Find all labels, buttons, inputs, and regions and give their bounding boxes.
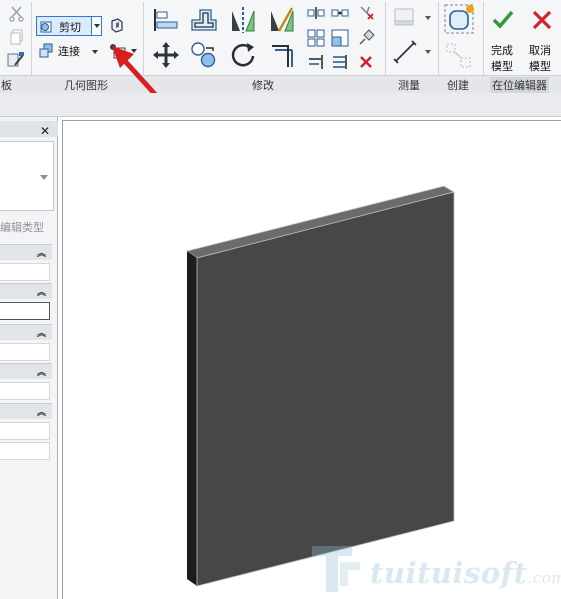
property-group-header[interactable]: ︽ xyxy=(0,324,52,340)
watermark-text: tuituisoft.com xyxy=(370,556,561,590)
create-void-icon xyxy=(446,43,471,68)
panel-label-create: 创建 xyxy=(447,79,469,92)
join-label: 连接 xyxy=(58,45,80,58)
cancel-model-button[interactable]: 取消 模型 xyxy=(526,6,558,73)
cut-dropdown[interactable] xyxy=(91,17,101,35)
collapse-icon[interactable]: ︽ xyxy=(37,326,46,339)
panel-label-modify: 修改 xyxy=(252,79,274,92)
checkmark-icon xyxy=(492,10,514,29)
unpin-icon[interactable] xyxy=(357,4,375,21)
property-group-header[interactable]: ︽ xyxy=(0,403,52,419)
finish-model-button[interactable]: 完成 模型 xyxy=(487,6,519,73)
cancel-label-line2: 模型 xyxy=(529,60,551,73)
collapse-icon[interactable]: ︽ xyxy=(37,246,46,259)
panel-label-measure: 测量 xyxy=(398,79,420,92)
panel-label-clipboard: 板 xyxy=(1,79,12,92)
cut-label: 剪切 xyxy=(59,21,81,34)
watermark-brand: tuituisoft xyxy=(370,556,528,590)
property-row[interactable] xyxy=(0,343,50,361)
array-icon[interactable] xyxy=(307,29,325,47)
delete-icon[interactable] xyxy=(358,54,374,70)
property-row[interactable] xyxy=(0,422,50,440)
property-group-header[interactable]: ︽ xyxy=(0,283,52,299)
watermark-suffix: .com xyxy=(527,569,561,587)
properties-palette: ✕ 编辑类型 ︽ ︽ ︽ ︽ ︽ xyxy=(0,117,58,599)
cut-button[interactable]: 剪切 xyxy=(36,16,102,36)
dimension-dropdown-arrow[interactable] xyxy=(425,50,431,54)
measure-dropdown-arrow[interactable] xyxy=(425,16,431,20)
mirror-draw-axis-icon[interactable] xyxy=(267,5,297,35)
trim-extend-single-icon[interactable] xyxy=(307,53,325,71)
copy-element-icon[interactable] xyxy=(189,40,219,70)
mirror-pick-axis-icon[interactable] xyxy=(228,5,258,35)
watermark-logo xyxy=(312,546,360,592)
trim-extend-corner-icon[interactable] xyxy=(267,40,297,70)
scissors-icon[interactable] xyxy=(8,4,26,22)
property-row[interactable] xyxy=(0,263,50,281)
collapse-icon[interactable]: ︽ xyxy=(37,365,46,378)
panel-label-bar: 板 几何图形 修改 测量 创建 在位编辑器 xyxy=(0,75,561,93)
scale-icon[interactable] xyxy=(331,29,349,47)
property-row[interactable] xyxy=(0,382,50,400)
close-icon[interactable]: ✕ xyxy=(40,124,50,138)
cut-geometry-icon xyxy=(40,21,52,33)
property-group-header[interactable]: ︽ xyxy=(0,363,52,379)
panel-label-in-place-editor: 在位编辑器 xyxy=(490,77,549,93)
rotate-icon[interactable] xyxy=(228,40,258,70)
collapse-icon[interactable]: ︽ xyxy=(37,405,46,418)
trim-extend-multiple-icon[interactable] xyxy=(331,53,349,71)
pin-icon[interactable] xyxy=(357,29,375,47)
join-dropdown-arrow[interactable] xyxy=(92,50,98,54)
cancel-x-icon xyxy=(532,10,552,30)
join-geometry-icon xyxy=(39,43,53,58)
options-bar xyxy=(0,93,561,117)
finish-label-line1: 完成 xyxy=(491,44,513,57)
create-form-icon[interactable] xyxy=(443,3,477,37)
split-element-icon[interactable] xyxy=(307,5,325,21)
align-icon[interactable] xyxy=(150,6,180,34)
copy-icon[interactable] xyxy=(8,28,26,46)
cancel-label-line1: 取消 xyxy=(529,44,551,57)
palette-title-bar: ✕ xyxy=(0,121,58,138)
ribbon: 剪切 连接 完成 模型 取消 模型 板 几何图形 修改 测量 创建 在位编辑器 xyxy=(0,0,561,93)
wall-side-face xyxy=(187,251,197,586)
aligned-dimension-icon[interactable] xyxy=(392,39,420,65)
wall-front-face xyxy=(196,191,455,587)
property-row[interactable] xyxy=(0,442,50,460)
collapse-icon[interactable]: ︽ xyxy=(37,285,46,298)
measure-between-references-icon[interactable] xyxy=(392,6,418,28)
match-properties-icon[interactable] xyxy=(6,51,26,69)
join-button[interactable]: 连接 xyxy=(36,41,102,61)
property-row[interactable] xyxy=(0,302,50,320)
finish-label-line2: 模型 xyxy=(491,60,513,73)
split-with-gap-icon[interactable] xyxy=(331,5,349,21)
wall-model[interactable] xyxy=(180,180,460,590)
uncut-geometry-icon[interactable] xyxy=(108,16,126,34)
property-group-header[interactable]: ︽ xyxy=(0,244,52,260)
edit-type-button[interactable]: 编辑类型 xyxy=(0,219,44,235)
offset-icon[interactable] xyxy=(189,6,219,34)
chevron-down-icon[interactable] xyxy=(40,175,48,180)
